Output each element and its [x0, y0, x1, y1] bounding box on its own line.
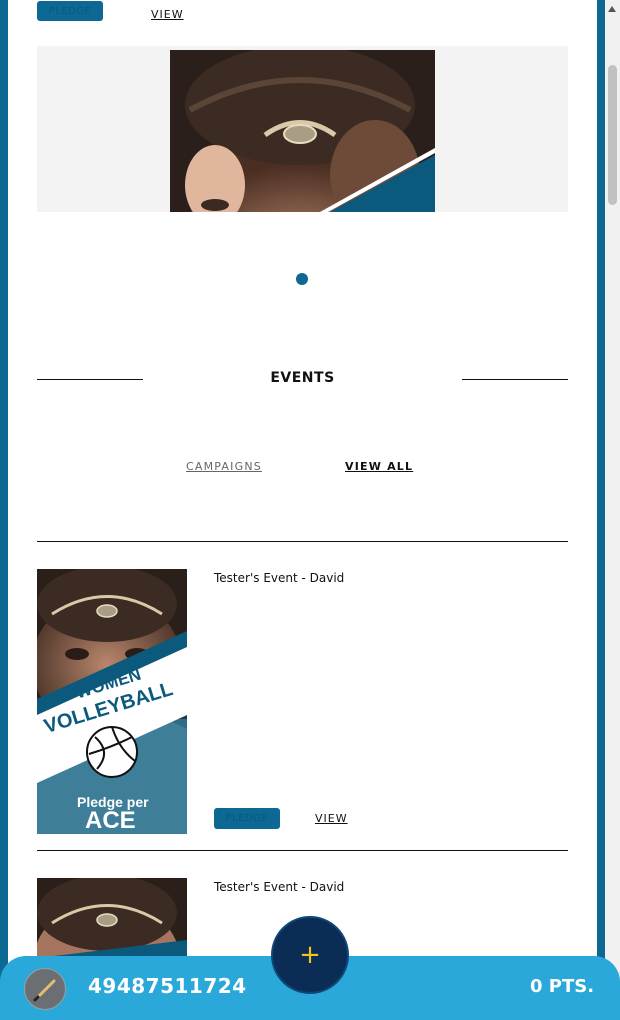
carousel-image [170, 50, 435, 212]
poster-text-ace: ACE [85, 807, 136, 834]
carousel-dot-active[interactable] [296, 273, 308, 285]
left-frame-border [0, 0, 8, 1020]
add-button[interactable]: + [271, 916, 349, 994]
list-divider [37, 541, 568, 542]
event-title[interactable]: Tester's Event - David [214, 880, 344, 894]
pledge-button[interactable]: PLEDGE [37, 1, 103, 21]
right-frame-border [597, 0, 605, 1020]
events-heading: EVENTS [270, 370, 335, 386]
scroll-up-arrow-icon[interactable] [608, 6, 616, 12]
image-carousel[interactable] [37, 46, 568, 212]
heading-rule-right [462, 379, 568, 380]
event-poster[interactable] [37, 878, 187, 958]
event-poster[interactable]: WOMEN VOLLEYBALL Pledge per ACE [37, 569, 187, 834]
event-title[interactable]: Tester's Event - David [214, 571, 344, 585]
event-view-link[interactable]: VIEW [315, 812, 348, 825]
points-balance: 0 PTS. [530, 976, 595, 997]
heading-rule-left [37, 379, 143, 380]
tab-campaigns[interactable]: CAMPAIGNS [186, 460, 262, 473]
tab-view-all[interactable]: VIEW ALL [345, 460, 413, 473]
list-divider [37, 850, 568, 851]
avatar[interactable] [24, 968, 66, 1010]
pen-icon [33, 979, 56, 1002]
view-link[interactable]: VIEW [151, 8, 184, 21]
event-pledge-button[interactable]: PLEDGE [214, 808, 280, 829]
scrollbar-thumb[interactable] [608, 65, 617, 205]
user-id: 49487511724 [88, 974, 247, 998]
plus-icon: + [299, 940, 321, 970]
